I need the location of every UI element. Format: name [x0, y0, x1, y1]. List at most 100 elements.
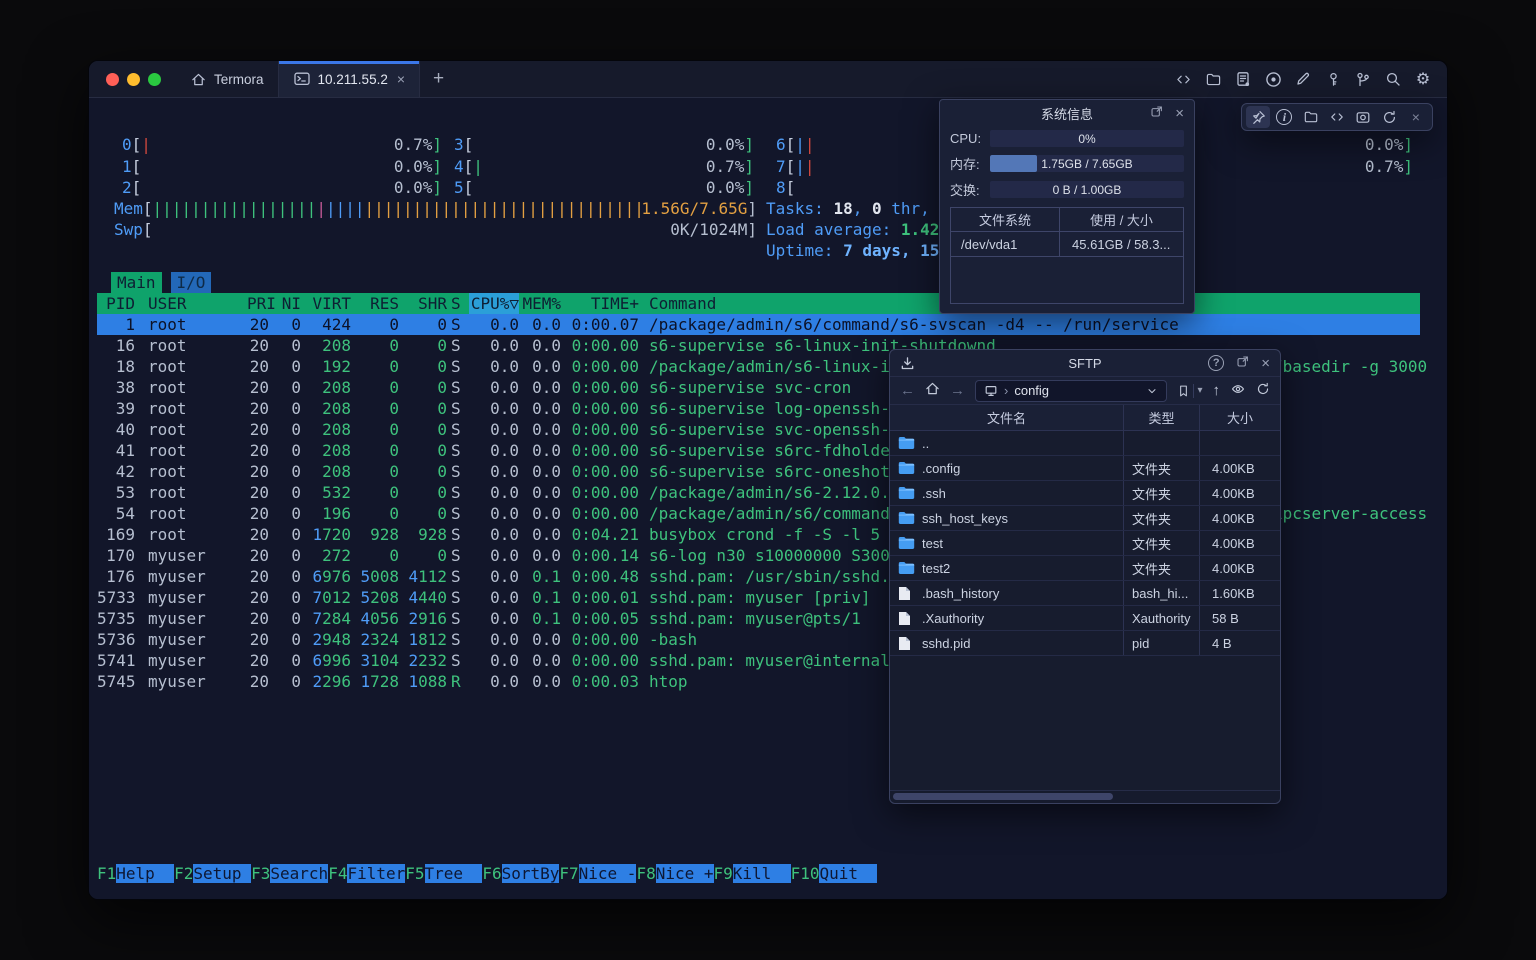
sftp-file-row[interactable]: test 文件夹 4.00KB — [890, 531, 1280, 556]
maximize-window-button[interactable] — [148, 73, 161, 86]
htop-tab-io[interactable]: I/O — [171, 272, 212, 293]
minimize-window-button[interactable] — [127, 73, 140, 86]
column-ni[interactable]: NI — [269, 293, 301, 314]
code-button[interactable] — [1325, 106, 1349, 128]
sftp-file-row[interactable]: .ssh 文件夹 4.00KB — [890, 481, 1280, 506]
settings-gear-icon[interactable]: ⚙ — [1414, 70, 1432, 88]
column-shr[interactable]: SHR — [399, 293, 447, 314]
resource-meter: Swp[0K/1024M] — [114, 219, 757, 240]
pin-button[interactable] — [1246, 106, 1270, 128]
file-name: sshd.pid — [922, 636, 970, 651]
function-key[interactable]: F6SortBy — [482, 863, 559, 884]
open-in-window-icon[interactable] — [1236, 355, 1249, 371]
record-icon[interactable] — [1264, 70, 1282, 88]
bookmark-control[interactable]: ▾ — [1177, 384, 1202, 398]
resource-meter: Mem[||||||||||||||||||||||||||||||||||||… — [114, 198, 757, 219]
log-notes-icon[interactable] — [1234, 70, 1252, 88]
command-tail: /basedir -g 3000 — [1273, 356, 1427, 377]
sftp-file-row[interactable]: .config 文件夹 4.00KB — [890, 456, 1280, 481]
file-type-icon — [898, 636, 915, 651]
back-icon[interactable]: ← — [900, 382, 915, 399]
refresh-icon[interactable] — [1256, 382, 1270, 399]
sftp-hscrollbar — [890, 790, 1280, 803]
tab-termora-home[interactable]: Termora — [175, 61, 278, 97]
parent-directory-icon[interactable]: ↑ — [1213, 382, 1221, 399]
column-pid[interactable]: PID — [97, 293, 143, 314]
column-type[interactable]: 类型 — [1124, 405, 1200, 430]
column-pri[interactable]: PRI — [247, 293, 269, 314]
file-type-icon — [898, 586, 915, 601]
scrollbar-thumb[interactable] — [893, 793, 1113, 800]
sftp-file-row[interactable]: ssh_host_keys 文件夹 4.00KB — [890, 506, 1280, 531]
gauge-label: 交换: — [950, 180, 990, 199]
sftp-navbar: ← → › config ▾ ↑ — [890, 377, 1280, 405]
column-state[interactable]: S — [447, 293, 469, 314]
function-key[interactable]: F10Quit — [791, 863, 878, 884]
file-size: 4.00KB — [1200, 506, 1280, 530]
info-button[interactable]: i — [1272, 106, 1296, 128]
htop-tab-main[interactable]: Main — [111, 272, 162, 293]
download-icon[interactable] — [900, 350, 915, 376]
display-eye-button[interactable] — [1351, 106, 1375, 128]
refresh-button[interactable] — [1377, 106, 1401, 128]
column-mem[interactable]: MEM% — [519, 293, 561, 314]
sftp-file-row[interactable]: .. — [890, 431, 1280, 456]
filesystem-table: 文件系统 使用 / 大小 /dev/vda1 45.61GB / 58.3... — [950, 207, 1184, 304]
function-key[interactable]: F3Search — [251, 863, 328, 884]
edit-icon[interactable] — [1294, 70, 1312, 88]
close-icon[interactable]: × — [1261, 355, 1270, 372]
open-in-window-icon[interactable] — [1150, 105, 1163, 121]
column-res[interactable]: RES — [351, 293, 399, 314]
floating-toolbar: i × — [1241, 103, 1433, 131]
file-type: 文件夹 — [1124, 481, 1200, 505]
column-filename[interactable]: 文件名 — [890, 405, 1124, 430]
column-time[interactable]: TIME+ — [561, 293, 639, 314]
close-tab-icon[interactable]: × — [397, 71, 405, 87]
key-icon[interactable] — [1324, 70, 1342, 88]
tab-session[interactable]: 10.211.55.2 × — [278, 61, 421, 97]
column-size[interactable]: 大小 — [1200, 405, 1280, 430]
column-virt[interactable]: VIRT — [301, 293, 351, 314]
search-icon[interactable] — [1384, 70, 1402, 88]
file-size: 1.60KB — [1200, 581, 1280, 605]
sftp-empty-area — [890, 656, 1280, 790]
process-table-header[interactable]: PID USER PRI NI VIRT RES SHR S CPU%▽ MEM… — [97, 293, 1420, 314]
function-key[interactable]: F1Help — [97, 863, 174, 884]
help-icon[interactable]: ? — [1208, 355, 1224, 371]
function-key[interactable]: F9Kill — [714, 863, 791, 884]
function-key[interactable]: F2Setup — [174, 863, 251, 884]
close-toolbar-button[interactable]: × — [1404, 106, 1428, 128]
device-icon — [984, 384, 998, 398]
keychain-icon[interactable] — [1354, 70, 1372, 88]
code-icon[interactable] — [1174, 70, 1192, 88]
gauge-bar: 1.75GB / 7.65GB — [990, 155, 1184, 172]
gauge-label: 内存: — [950, 154, 990, 173]
process-row[interactable]: 1 root 20 0 424 0 0 S 0.0 0.0 0:00.07 /p… — [97, 314, 1420, 335]
new-tab-button[interactable]: + — [420, 61, 457, 97]
sftp-file-row[interactable]: sshd.pid pid 4 B — [890, 631, 1280, 656]
filesystem-row[interactable]: /dev/vda1 45.61GB / 58.3... — [951, 232, 1183, 257]
session-tab-label: 10.211.55.2 — [318, 72, 388, 87]
folder-button[interactable] — [1299, 106, 1323, 128]
folder-icon[interactable] — [1204, 70, 1222, 88]
function-key[interactable]: F8Nice + — [636, 863, 713, 884]
function-key[interactable]: F7Nice - — [559, 863, 636, 884]
show-hidden-eye-icon[interactable] — [1230, 382, 1246, 399]
gauge-label: CPU: — [950, 131, 990, 146]
close-icon[interactable]: × — [1175, 105, 1184, 122]
sftp-file-list: .. .config 文件夹 4.00KB — [890, 431, 1280, 656]
function-key[interactable]: F5Tree — [405, 863, 482, 884]
terminal-icon — [293, 70, 311, 88]
sftp-file-row[interactable]: .Xauthority Xauthority 58 B — [890, 606, 1280, 631]
file-type: Xauthority — [1124, 606, 1200, 630]
function-key[interactable]: F4Filter — [328, 863, 405, 884]
sftp-file-row[interactable]: .bash_history bash_hi... 1.60KB — [890, 581, 1280, 606]
file-type-icon — [898, 561, 915, 575]
close-window-button[interactable] — [106, 73, 119, 86]
column-cpu-sort[interactable]: CPU%▽ — [469, 293, 519, 314]
home-icon[interactable] — [925, 381, 940, 400]
path-breadcrumb[interactable]: › config — [975, 380, 1167, 402]
sftp-file-row[interactable]: test2 文件夹 4.00KB — [890, 556, 1280, 581]
column-user[interactable]: USER — [143, 293, 247, 314]
forward-icon[interactable]: → — [950, 382, 965, 399]
